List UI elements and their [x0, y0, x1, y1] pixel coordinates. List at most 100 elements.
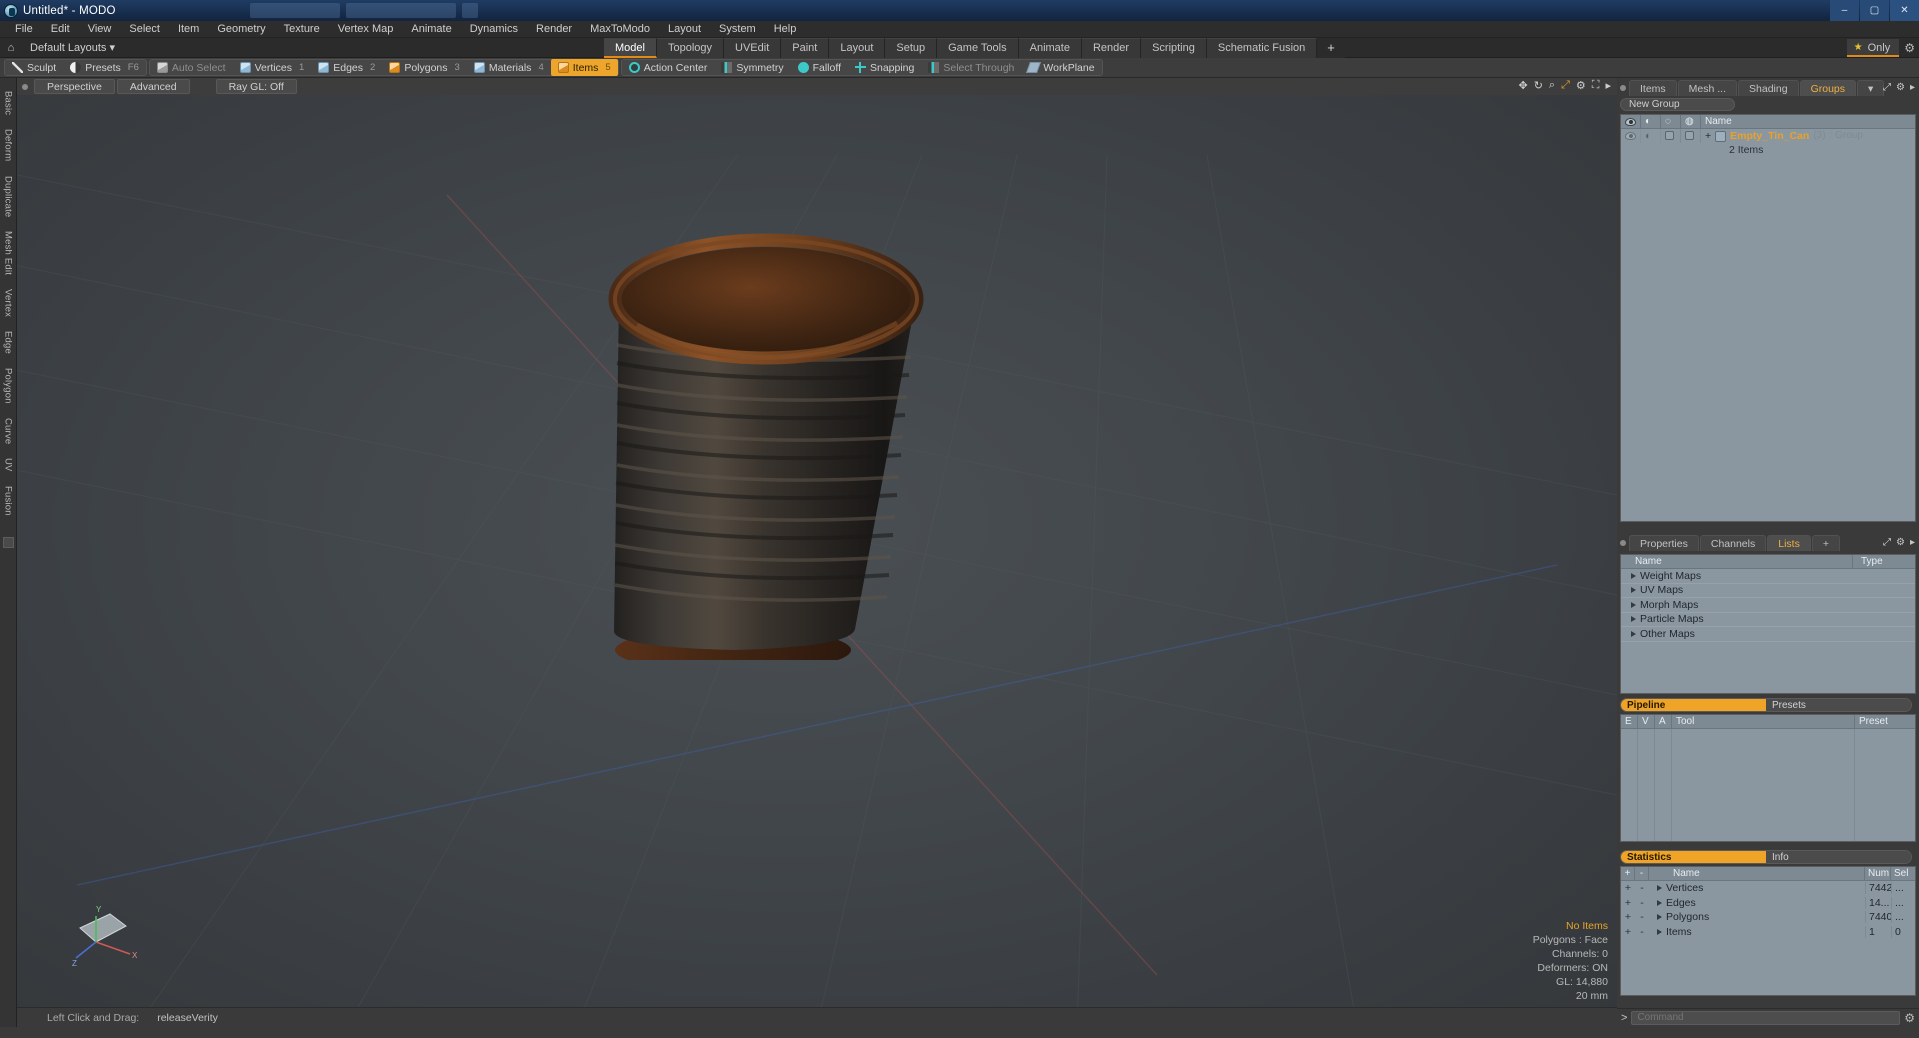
- row-wire-toggle[interactable]: [1681, 129, 1701, 143]
- table-row[interactable]: + - Items 1 0: [1621, 925, 1915, 940]
- groups-table[interactable]: ◐ ◌ ◍ Name ◐ + Empty_Tin_Can (3): Group…: [1620, 114, 1916, 522]
- tin-can-model[interactable]: [597, 195, 937, 660]
- expand-triangle-icon[interactable]: [1631, 601, 1636, 608]
- list-item[interactable]: UV Maps: [1621, 584, 1915, 598]
- stat-add-button[interactable]: +: [1621, 897, 1635, 909]
- menu-item-layout[interactable]: Layout: [659, 21, 710, 38]
- stat-remove-button[interactable]: -: [1635, 897, 1649, 909]
- toolbar-button-snapping[interactable]: Snapping: [848, 60, 921, 75]
- menu-item-animate[interactable]: Animate: [402, 21, 460, 38]
- toolbar-button-workplane[interactable]: WorkPlane: [1021, 60, 1101, 75]
- toolbar-button-sculpt[interactable]: Sculpt: [5, 60, 63, 75]
- table-row[interactable]: + - Edges 14......: [1621, 896, 1915, 911]
- lists-table[interactable]: Name Type Weight Maps UV Maps Morph Maps Pa…: [1620, 554, 1916, 694]
- tab-items[interactable]: Items: [1629, 79, 1677, 96]
- tab-info[interactable]: Info: [1766, 851, 1911, 863]
- row-lock-toggle[interactable]: [1661, 129, 1681, 143]
- toolbar-button-falloff[interactable]: Falloff: [791, 60, 848, 75]
- expand-icon[interactable]: ⛶: [1592, 79, 1600, 92]
- lists-panel-tabs[interactable]: Properties Channels Lists + ⤢ ⚙ ▸: [1617, 533, 1919, 552]
- gear-icon[interactable]: ⚙: [1904, 1011, 1915, 1025]
- rail-item-mesh-edit[interactable]: Mesh Edit: [3, 231, 14, 275]
- expand-triangle-icon[interactable]: [1631, 572, 1636, 579]
- tab-properties[interactable]: Properties: [1629, 534, 1699, 551]
- expand-triangle-icon[interactable]: [1631, 630, 1636, 637]
- rail-item-uv[interactable]: UV: [3, 458, 14, 472]
- stat-add-button[interactable]: +: [1621, 926, 1635, 938]
- statistics-tabs[interactable]: Statistics Info: [1617, 850, 1919, 864]
- toolbar-button-select-through[interactable]: Select Through: [921, 60, 1021, 75]
- table-row[interactable]: + - Vertices 7442...: [1621, 881, 1915, 896]
- gear-icon[interactable]: ⚙: [1576, 79, 1586, 92]
- gear-icon[interactable]: ⚙: [1896, 82, 1905, 93]
- menu-item-select[interactable]: Select: [120, 21, 169, 38]
- tab-channels[interactable]: Channels: [1699, 534, 1767, 551]
- row-expander[interactable]: +: [1705, 129, 1711, 143]
- rail-item-basic[interactable]: Basic: [3, 91, 14, 115]
- rail-item-polygon[interactable]: Polygon: [3, 368, 14, 404]
- rail-toggle-icon[interactable]: [2, 536, 14, 548]
- left-tool-rail[interactable]: Basic Deform Duplicate Mesh Edit Vertex Edge P…: [0, 78, 17, 1027]
- menu-icon[interactable]: ▸: [1605, 79, 1611, 92]
- expand-triangle-icon[interactable]: [1657, 899, 1662, 906]
- layout-tab-uvedit[interactable]: UVEdit: [724, 38, 782, 58]
- layout-tab-paint[interactable]: Paint: [781, 38, 830, 58]
- layout-tab-render[interactable]: Render: [1081, 38, 1142, 58]
- groups-panel-tabs[interactable]: Items Mesh ... Shading Groups ▾ ⤢ ⚙ ▸: [1617, 78, 1919, 97]
- toolbar-button-action-center[interactable]: Action Center: [622, 60, 715, 75]
- expand-triangle-icon[interactable]: [1631, 587, 1636, 594]
- list-item[interactable]: Morph Maps: [1621, 598, 1915, 613]
- menu-item-file[interactable]: File: [6, 21, 42, 38]
- toolbar-button-symmetry[interactable]: Symmetry: [714, 60, 790, 75]
- layout-tab-scripting[interactable]: Scripting: [1141, 38, 1207, 58]
- tab-groups[interactable]: Groups: [1799, 79, 1857, 96]
- groups-tabs-overflow[interactable]: ▾: [1857, 79, 1885, 96]
- toolbar-button-vertices[interactable]: Vertices 1: [233, 60, 312, 75]
- tab-mesh-[interactable]: Mesh ...: [1677, 79, 1738, 96]
- home-icon[interactable]: ⌂: [0, 42, 22, 54]
- viewport-3d[interactable]: Y X Z No Items Polygons : Face Channels:…: [17, 95, 1617, 1027]
- command-input[interactable]: [1631, 1010, 1901, 1025]
- add-list-tab-button[interactable]: +: [1811, 534, 1840, 551]
- tab-lists[interactable]: Lists: [1767, 534, 1811, 551]
- expand-triangle-icon[interactable]: [1657, 885, 1662, 892]
- add-layout-tab-button[interactable]: +: [1317, 38, 1345, 58]
- pipeline-table[interactable]: E V A Tool Preset: [1620, 714, 1916, 842]
- toolbar-button-presets[interactable]: Presets F6: [63, 60, 146, 75]
- menu-icon[interactable]: ▸: [1910, 82, 1915, 93]
- stat-add-button[interactable]: +: [1621, 882, 1635, 894]
- stat-remove-button[interactable]: -: [1635, 882, 1649, 894]
- menu-item-vertex-map[interactable]: Vertex Map: [329, 21, 403, 38]
- rail-item-duplicate[interactable]: Duplicate: [3, 176, 14, 217]
- render-icon[interactable]: ◐: [1641, 114, 1661, 129]
- list-item[interactable]: Particle Maps: [1621, 613, 1915, 627]
- table-row[interactable]: + - Polygons 7440...: [1621, 910, 1915, 925]
- tab-statistics[interactable]: Statistics: [1621, 851, 1766, 863]
- layout-tab-game-tools[interactable]: Game Tools: [937, 38, 1019, 58]
- close-button[interactable]: ✕: [1890, 0, 1919, 21]
- panel-menu-dot-icon[interactable]: [1620, 84, 1626, 91]
- expand-triangle-icon[interactable]: [1631, 616, 1636, 623]
- rail-item-fusion[interactable]: Fusion: [3, 486, 14, 516]
- layout-tabs[interactable]: Model Topology UVEdit Paint Layout Setup Game …: [604, 38, 1345, 58]
- eye-icon[interactable]: [1621, 114, 1641, 129]
- list-item[interactable]: Weight Maps: [1621, 569, 1915, 584]
- rail-item-deform[interactable]: Deform: [3, 129, 14, 161]
- menu-item-edit[interactable]: Edit: [42, 21, 79, 38]
- viewport-raygl-toggle[interactable]: Ray GL: Off: [215, 79, 297, 94]
- layout-tab-setup[interactable]: Setup: [885, 38, 938, 58]
- zoom-icon[interactable]: ⌕: [1549, 79, 1555, 92]
- menu-item-system[interactable]: System: [710, 21, 765, 38]
- statistics-table[interactable]: + - Name Num Sel + - Vertices 7442... + - Edge…: [1620, 866, 1916, 996]
- viewport-view-selector[interactable]: Perspective: [34, 79, 115, 94]
- expand-icon[interactable]: ⤢: [1883, 82, 1891, 93]
- move-icon[interactable]: ✥: [1518, 79, 1527, 92]
- tab-pipeline[interactable]: Pipeline: [1621, 699, 1766, 711]
- table-row[interactable]: ◐ + Empty_Tin_Can (3) : Group: [1621, 129, 1915, 143]
- expand-triangle-icon[interactable]: [1657, 914, 1662, 921]
- menu-item-dynamics[interactable]: Dynamics: [461, 21, 527, 38]
- minimize-button[interactable]: –: [1830, 0, 1859, 21]
- expand-triangle-icon[interactable]: [1657, 928, 1662, 935]
- stat-remove-button[interactable]: -: [1635, 911, 1649, 923]
- layout-tab-topology[interactable]: Topology: [656, 38, 725, 58]
